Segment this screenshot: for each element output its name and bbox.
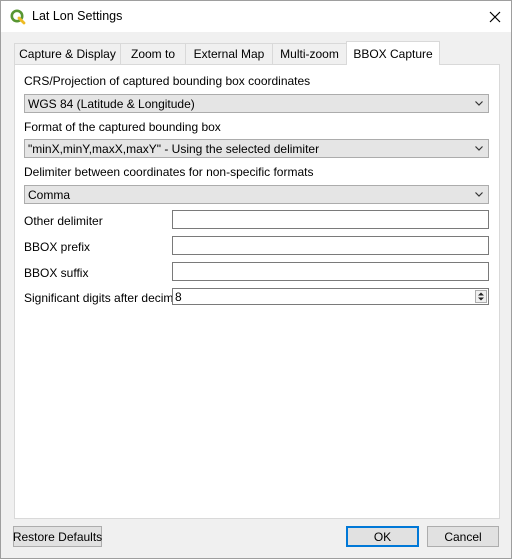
tab-label: Zoom to (130, 47, 175, 61)
delimiter-label: Delimiter between coordinates for non-sp… (24, 165, 314, 179)
tab-label: BBOX Capture (353, 46, 433, 61)
bbox-suffix-input[interactable] (172, 262, 489, 281)
bbox-prefix-label: BBOX prefix (24, 240, 91, 254)
digits-label: Significant digits after decimal (24, 291, 183, 305)
spin-arrows-icon (478, 292, 484, 301)
settings-dialog: Lat Lon Settings Capture & Display Zoom … (0, 0, 512, 559)
format-value: "minX,minY,maxX,maxY" - Using the select… (28, 141, 320, 156)
crs-label: CRS/Projection of captured bounding box … (24, 74, 311, 88)
other-delimiter-label: Other delimiter (24, 214, 103, 228)
format-label: Format of the captured bounding box (24, 120, 221, 134)
ok-button[interactable]: OK (346, 526, 419, 547)
chevron-down-icon (475, 101, 483, 106)
tab-capture-display[interactable]: Capture & Display (14, 43, 121, 64)
digits-value: 8 (175, 289, 182, 304)
cancel-label: Cancel (444, 529, 482, 544)
bbox-prefix-input[interactable] (172, 236, 489, 255)
other-delimiter-input[interactable] (172, 210, 489, 229)
tab-label: Capture & Display (19, 47, 116, 61)
qgis-icon (10, 9, 26, 25)
title-bar[interactable]: Lat Lon Settings (1, 1, 511, 32)
format-select[interactable]: "minX,minY,maxX,maxY" - Using the select… (24, 139, 489, 158)
tab-multi-zoom[interactable]: Multi-zoom (272, 43, 347, 64)
spin-buttons[interactable] (475, 290, 487, 303)
close-icon (489, 11, 501, 22)
chevron-down-icon (475, 146, 483, 151)
close-button[interactable] (479, 1, 511, 32)
bbox-capture-panel: CRS/Projection of captured bounding box … (14, 64, 500, 519)
tab-label: External Map (193, 47, 265, 61)
delimiter-value: Comma (28, 187, 71, 202)
ok-label: OK (373, 529, 392, 544)
window-title: Lat Lon Settings (32, 9, 123, 23)
crs-value: WGS 84 (Latitude & Longitude) (28, 96, 195, 111)
chevron-down-icon (475, 192, 483, 197)
delimiter-select[interactable]: Comma (24, 185, 489, 204)
bbox-suffix-label: BBOX suffix (24, 266, 89, 280)
tab-zoom-to[interactable]: Zoom to (120, 43, 186, 64)
restore-defaults-button[interactable]: Restore Defaults (13, 526, 102, 547)
crs-select[interactable]: WGS 84 (Latitude & Longitude) (24, 94, 489, 113)
tab-bbox-capture[interactable]: BBOX Capture (346, 41, 440, 65)
tab-external-map[interactable]: External Map (185, 43, 273, 64)
cancel-button[interactable]: Cancel (427, 526, 499, 547)
restore-defaults-label: Restore Defaults (12, 529, 103, 544)
digits-spinbox[interactable]: 8 (172, 288, 489, 305)
tab-label: Multi-zoom (280, 47, 339, 61)
